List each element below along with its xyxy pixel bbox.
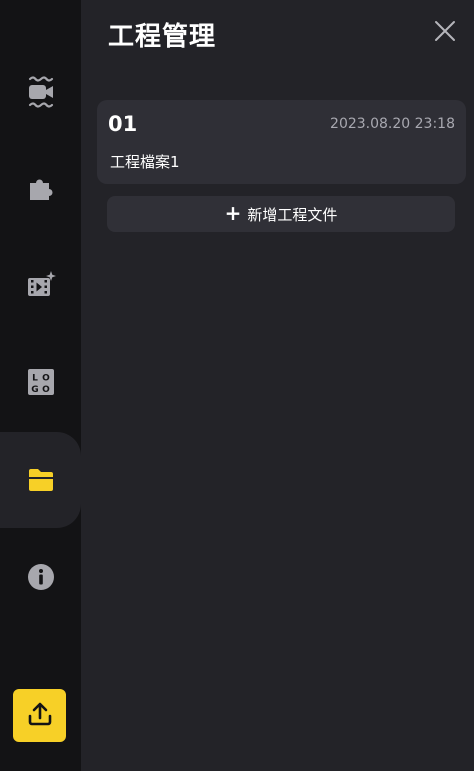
page-title: 工程管理 [108,22,217,52]
project-card[interactable]: 01 2023.08.20 23:18 工程檔案1 [97,100,466,184]
sidebar: L O G O [0,0,81,771]
project-index: 01 [108,112,138,136]
sidebar-item-project-management[interactable] [0,432,81,528]
upload-button[interactable] [13,689,66,742]
sidebar-item-water-video[interactable] [0,44,81,140]
project-folder-icon [28,467,54,493]
sidebar-item-info[interactable] [0,529,81,625]
sidebar-item-plugins[interactable] [0,140,81,236]
add-project-button[interactable]: + 新增工程文件 [107,196,455,232]
close-button[interactable] [432,20,458,46]
app: L O G O 工程管理 01 2023.08.20 23:18 工程檔案1 +… [0,0,474,771]
upload-icon [27,701,53,731]
plus-icon: + [224,201,242,225]
project-date: 2023.08.20 23:18 [330,116,455,132]
close-icon [434,20,456,46]
add-project-label: 新增工程文件 [247,205,338,224]
water-video-icon [27,75,55,109]
project-management-panel: 工程管理 01 2023.08.20 23:18 工程檔案1 + 新增工程文件 [81,0,474,771]
project-name: 工程檔案1 [110,153,180,171]
video-effects-icon [26,270,56,300]
svg-text:L: L [32,374,38,384]
info-icon [27,563,55,591]
sidebar-item-logo[interactable]: L O G O [0,334,81,430]
svg-text:O: O [42,374,50,384]
puzzle-icon [27,174,55,202]
sidebar-item-video-effects[interactable] [0,237,81,333]
svg-text:G: G [31,385,38,395]
logo-icon: L O G O [27,369,54,395]
svg-text:O: O [42,385,50,395]
